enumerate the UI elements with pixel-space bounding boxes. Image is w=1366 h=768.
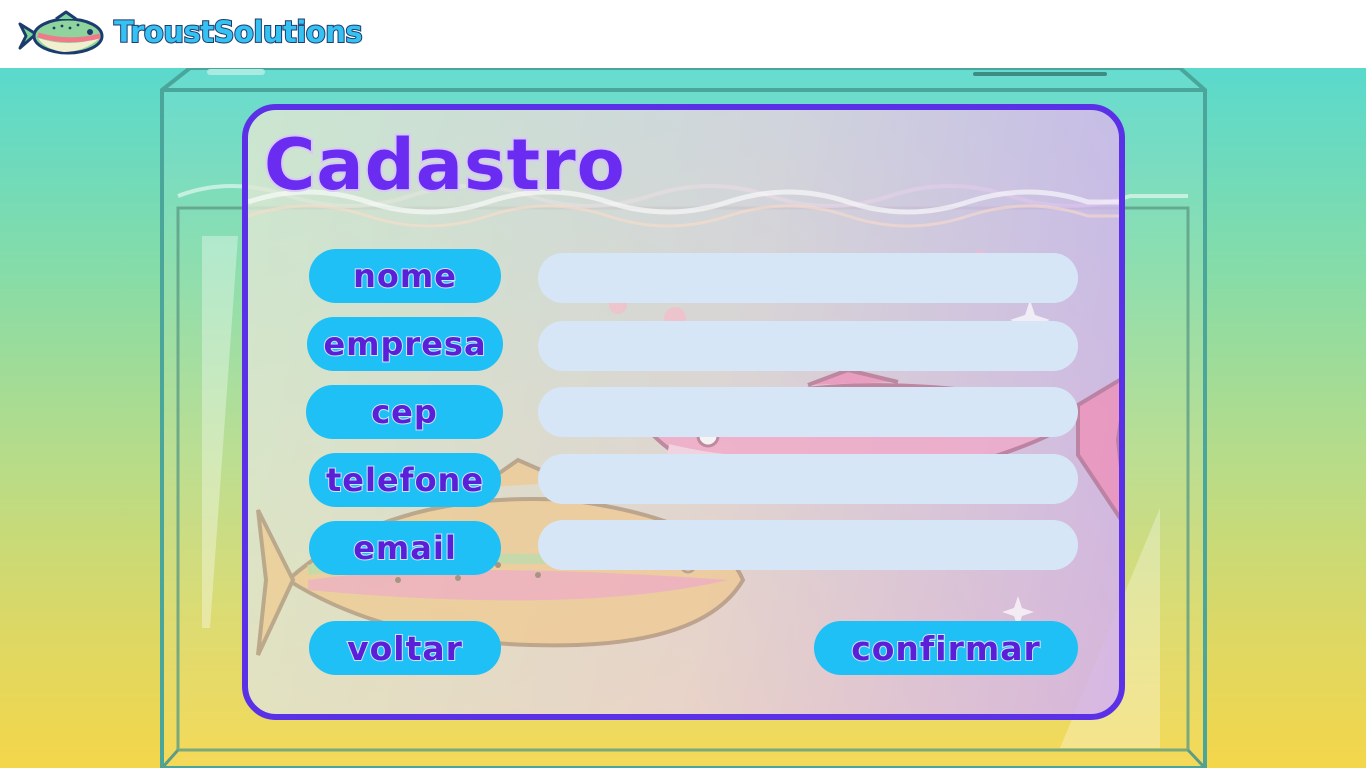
label-email: email (309, 521, 501, 575)
nome-input[interactable] (538, 253, 1078, 303)
registration-card: Cadastro nome empresa cep telefone email… (242, 104, 1125, 720)
label-cep: cep (306, 385, 503, 439)
empresa-input[interactable] (538, 321, 1078, 371)
logo[interactable]: TroustSolutions (14, 8, 364, 62)
back-button[interactable]: voltar (309, 621, 501, 675)
cep-input[interactable] (538, 387, 1078, 437)
label-empresa: empresa (307, 317, 503, 371)
trout-fish-icon (18, 10, 104, 55)
brand-name: TroustSolutions (113, 14, 364, 50)
label-nome: nome (309, 249, 501, 303)
confirm-button[interactable]: confirmar (814, 621, 1078, 675)
telefone-input[interactable] (538, 454, 1078, 504)
email-input[interactable] (538, 520, 1078, 570)
header: TroustSolutions (0, 0, 1366, 68)
page-title: Cadastro (262, 122, 627, 208)
label-telefone: telefone (309, 453, 501, 507)
